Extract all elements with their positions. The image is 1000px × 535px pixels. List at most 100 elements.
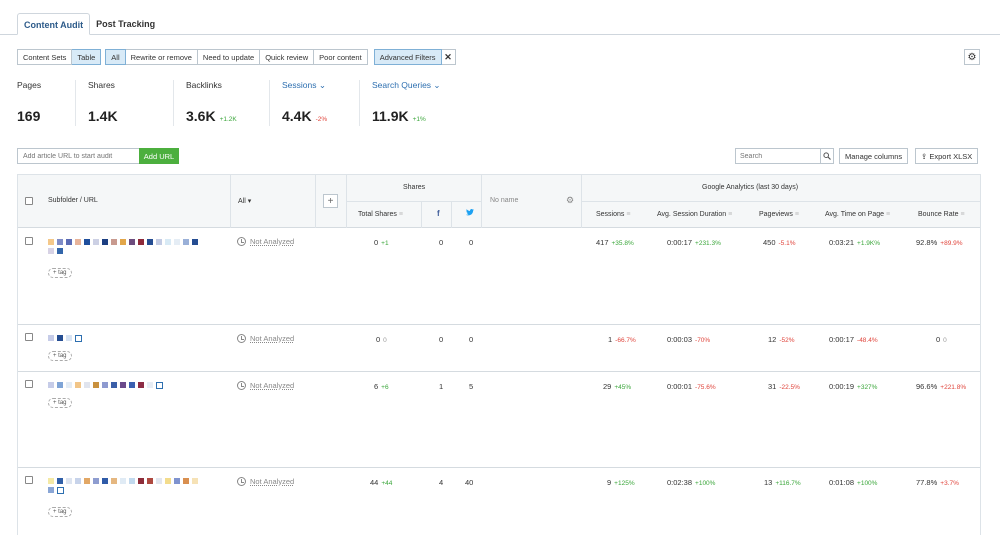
total-shares-cell: 6 +6 [374,382,389,391]
total-shares-cell: 00 [376,335,387,344]
clock-icon [237,334,246,343]
pageviews-cell: 12 -52% [768,335,795,344]
search-input[interactable] [735,148,821,164]
facebook-icon[interactable]: f [437,209,440,218]
filter-poor-content-button[interactable]: Poor content [314,49,368,65]
metric-value: 11.9K [372,108,409,124]
facebook-shares-cell: 4 [439,478,444,487]
content-table: Subfolder / URL All ▾ + Shares Total Sha… [17,174,981,535]
metric-label: Shares [88,80,115,90]
header-avg-session-duration[interactable]: Avg. Session Duration ≡ [657,211,732,218]
sessions-cell: 417 +35.8% [596,238,634,247]
status-filter-dropdown[interactable]: All ▾ [238,197,251,205]
bounce-rate-cell: 96.6% +221.8% [916,382,967,391]
avg-time-cell: 0:01:08 +100% [829,478,878,487]
metric-value: 169 [17,108,41,124]
filter-rewrite-button[interactable]: Rewrite or remove [125,49,198,65]
metric-value: 4.4K [282,108,312,124]
divider [581,201,981,202]
export-xlsx-button[interactable]: ⇪ Export XLSX [915,148,979,164]
row-checkbox[interactable] [25,237,33,245]
search-queries-dropdown[interactable]: Search Queries ⌄ [372,80,450,96]
manage-columns-button[interactable]: Manage columns [839,148,909,164]
add-tag-button[interactable]: + tag [48,398,72,408]
blurred-url-link[interactable] [48,335,108,342]
blurred-url-link[interactable] [48,478,198,494]
status-not-analyzed[interactable]: Not Analyzed [237,237,294,246]
metric-delta: +1% [412,116,426,123]
avg-time-cell: 0:03:21 +1.9K% [829,238,880,247]
twitter-shares-cell: 40 [465,478,474,487]
advanced-filters-group: Advanced Filters ✕ [373,49,456,65]
status-not-analyzed[interactable]: Not Analyzed [237,381,294,390]
column-settings-gear-icon[interactable]: ⚙ [566,195,574,206]
metric-backlinks: Backlinks 3.6K +1.2K [186,80,270,126]
blurred-url-link[interactable] [48,239,198,254]
metric-delta: -2% [315,116,328,123]
add-column-button[interactable]: + [323,194,338,208]
twitter-shares-cell: 5 [469,382,474,391]
settings-gear-icon[interactable]: ⚙ [964,49,980,65]
metric-pages: Pages 169 [17,80,76,126]
pageviews-cell: 13 +116.7% [764,478,801,487]
external-link-icon[interactable] [57,487,64,494]
header-pageviews[interactable]: Pageviews ≡ [759,211,799,218]
header-total-shares[interactable]: Total Shares ≡ [358,211,403,218]
tab-bar: Content Audit Post Tracking [17,13,161,35]
facebook-shares-cell: 0 [439,335,444,344]
select-all-checkbox[interactable] [25,197,33,205]
metric-search-queries: Search Queries ⌄ 11.9K +1% [372,80,462,126]
bounce-rate-cell: 77.8% +3.7% [916,478,959,487]
tab-content-audit[interactable]: Content Audit [17,13,91,35]
header-ga-group: Google Analytics (last 30 days) [702,184,799,191]
metric-shares: Shares 1.4K [88,80,174,126]
sessions-dropdown[interactable]: Sessions ⌄ [282,80,347,96]
total-shares-cell: 0 +1 [374,238,389,247]
header-avg-time-on-page[interactable]: Avg. Time on Page ≡ [825,211,890,218]
content-sets-button[interactable]: Content Sets [17,49,73,65]
external-link-icon[interactable] [156,382,163,389]
divider [230,175,231,228]
add-tag-button[interactable]: + tag [48,507,72,517]
filter-quick-review-button[interactable]: Quick review [260,49,315,65]
close-icon[interactable]: ✕ [441,49,456,65]
search-icon[interactable] [820,148,834,164]
divider [421,201,422,228]
filter-update-button[interactable]: Need to update [197,49,261,65]
header-no-name: No name [490,197,519,204]
header-bounce-rate[interactable]: Bounce Rate ≡ [918,211,965,218]
row-checkbox[interactable] [25,476,33,484]
avg-session-cell: 0:00:01 -75.6% [667,382,716,391]
row-checkbox[interactable] [25,380,33,388]
table-row: + tag Not Analyzed 6 +6 1 5 29 +45% 0:00:0… [18,372,980,468]
avg-session-cell: 0:00:17 +231.3% [667,238,721,247]
status-not-analyzed[interactable]: Not Analyzed [237,334,294,343]
divider [481,175,482,228]
divider [315,175,316,228]
twitter-icon[interactable] [466,209,474,218]
header-sessions[interactable]: Sessions ≡ [596,211,631,218]
add-tag-button[interactable]: + tag [48,268,72,278]
metrics-summary: Pages 169 Shares 1.4K Backlinks 3.6K +1.2… [17,80,474,126]
article-url-input[interactable] [17,148,140,164]
divider [346,201,481,202]
metric-label: Backlinks [186,80,222,90]
external-link-icon[interactable] [75,335,82,342]
header-subfolder[interactable]: Subfolder / URL [48,197,98,204]
add-tag-button[interactable]: + tag [48,351,72,361]
sessions-cell: 1 -66.7% [608,335,636,344]
metric-delta: +1.2K [219,116,237,123]
status-not-analyzed[interactable]: Not Analyzed [237,477,294,486]
sessions-cell: 29 +45% [603,382,632,391]
row-checkbox[interactable] [25,333,33,341]
advanced-filters-button[interactable]: Advanced Filters [373,49,442,65]
total-shares-cell: 44 +44 [370,478,393,487]
divider [451,201,452,228]
tab-post-tracking[interactable]: Post Tracking [90,13,161,35]
clock-icon [237,237,246,246]
avg-time-cell: 0:00:19 +327% [829,382,878,391]
add-url-button[interactable]: Add URL [139,148,179,164]
table-view-button[interactable]: Table [72,49,102,65]
blurred-url-link[interactable] [48,382,178,389]
filter-all-button[interactable]: All [105,49,126,65]
